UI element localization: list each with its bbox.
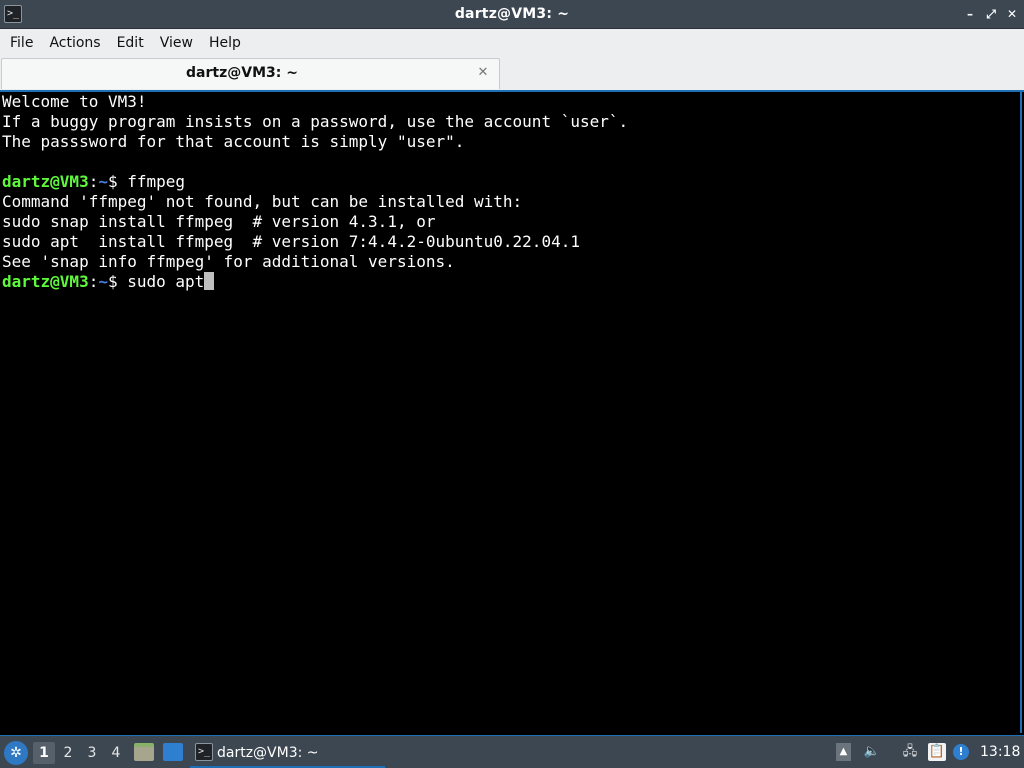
command-line: dartz@VM3:~$ ffmpeg	[2, 172, 1020, 192]
prompt-separator: :	[88, 172, 99, 191]
prompt-separator: :	[88, 272, 99, 291]
prompt-user-host: dartz@VM3	[2, 172, 89, 191]
welcome-line: The passsword for that account is simply…	[2, 132, 465, 151]
tab-label: dartz@VM3: ~	[186, 65, 298, 81]
prompt-symbol: $	[107, 172, 128, 191]
taskbar-task-label: dartz@VM3: ~	[217, 745, 319, 761]
menu-file[interactable]: File	[2, 29, 41, 57]
tab-close-icon[interactable]: ✕	[475, 65, 491, 81]
prompt-directory: ~	[98, 272, 108, 291]
network-icon[interactable]: 🖧	[900, 743, 920, 761]
current-command-line[interactable]: dartz@VM3:~$ sudo apt	[2, 272, 1020, 292]
show-desktop-icon[interactable]	[163, 743, 183, 761]
tab-bar: dartz@VM3: ~ ✕	[0, 57, 1024, 90]
menu-actions[interactable]: Actions	[41, 29, 108, 57]
taskbar: ✲ 1 2 3 4 >_ dartz@VM3: ~ ▲ 🔈 🖧 📋 ! 13:1…	[0, 735, 1024, 768]
window-title: dartz@VM3: ~	[454, 6, 570, 22]
clipboard-icon[interactable]: 📋	[928, 743, 946, 761]
menu-help[interactable]: Help	[201, 29, 249, 57]
close-icon[interactable]: ✕	[1004, 6, 1020, 22]
workspace-1[interactable]: 1	[33, 742, 55, 764]
menu-edit[interactable]: Edit	[109, 29, 152, 57]
current-input[interactable]: sudo apt	[127, 272, 204, 291]
tab-terminal[interactable]: dartz@VM3: ~ ✕	[1, 58, 500, 89]
minimize-icon[interactable]: –	[962, 6, 978, 22]
output-line: Command 'ffmpeg' not found, but can be i…	[2, 192, 523, 211]
taskbar-terminal-button[interactable]: >_ dartz@VM3: ~	[190, 738, 385, 768]
output-line: sudo apt install ffmpeg # version 7:4.4.…	[2, 232, 580, 251]
menu-view[interactable]: View	[152, 29, 201, 57]
window-titlebar[interactable]: >_ dartz@VM3: ~ – ⤢ ✕	[0, 0, 1024, 29]
update-notification-icon[interactable]: !	[953, 744, 969, 760]
output-line: See 'snap info ffmpeg' for additional ve…	[2, 252, 455, 271]
terminal-icon: >_	[195, 743, 213, 761]
terminal-app-icon[interactable]: >_	[4, 5, 22, 23]
menu-bar: File Actions Edit View Help	[0, 29, 1024, 57]
welcome-line: If a buggy program insists on a password…	[2, 112, 629, 131]
workspace-3[interactable]: 3	[81, 742, 103, 764]
prompt-user-host: dartz@VM3	[2, 272, 89, 291]
maximize-icon[interactable]: ⤢	[983, 6, 999, 22]
terminal-area[interactable]: Welcome to VM3! If a buggy program insis…	[0, 92, 1022, 733]
output-line: sudo snap install ffmpeg # version 4.3.1…	[2, 212, 436, 231]
welcome-line: Welcome to VM3!	[2, 92, 147, 111]
start-menu-icon[interactable]: ✲	[4, 741, 28, 765]
workspace-4[interactable]: 4	[105, 742, 127, 764]
command-text: ffmpeg	[127, 172, 186, 191]
prompt-directory: ~	[98, 172, 108, 191]
file-manager-icon[interactable]	[134, 743, 154, 761]
upload-icon[interactable]: ▲	[836, 743, 851, 761]
workspace-2[interactable]: 2	[57, 742, 79, 764]
volume-icon[interactable]: 🔈	[862, 743, 882, 761]
prompt-symbol: $	[107, 272, 128, 291]
clock[interactable]: 13:18	[980, 736, 1020, 768]
text-cursor	[204, 272, 215, 290]
